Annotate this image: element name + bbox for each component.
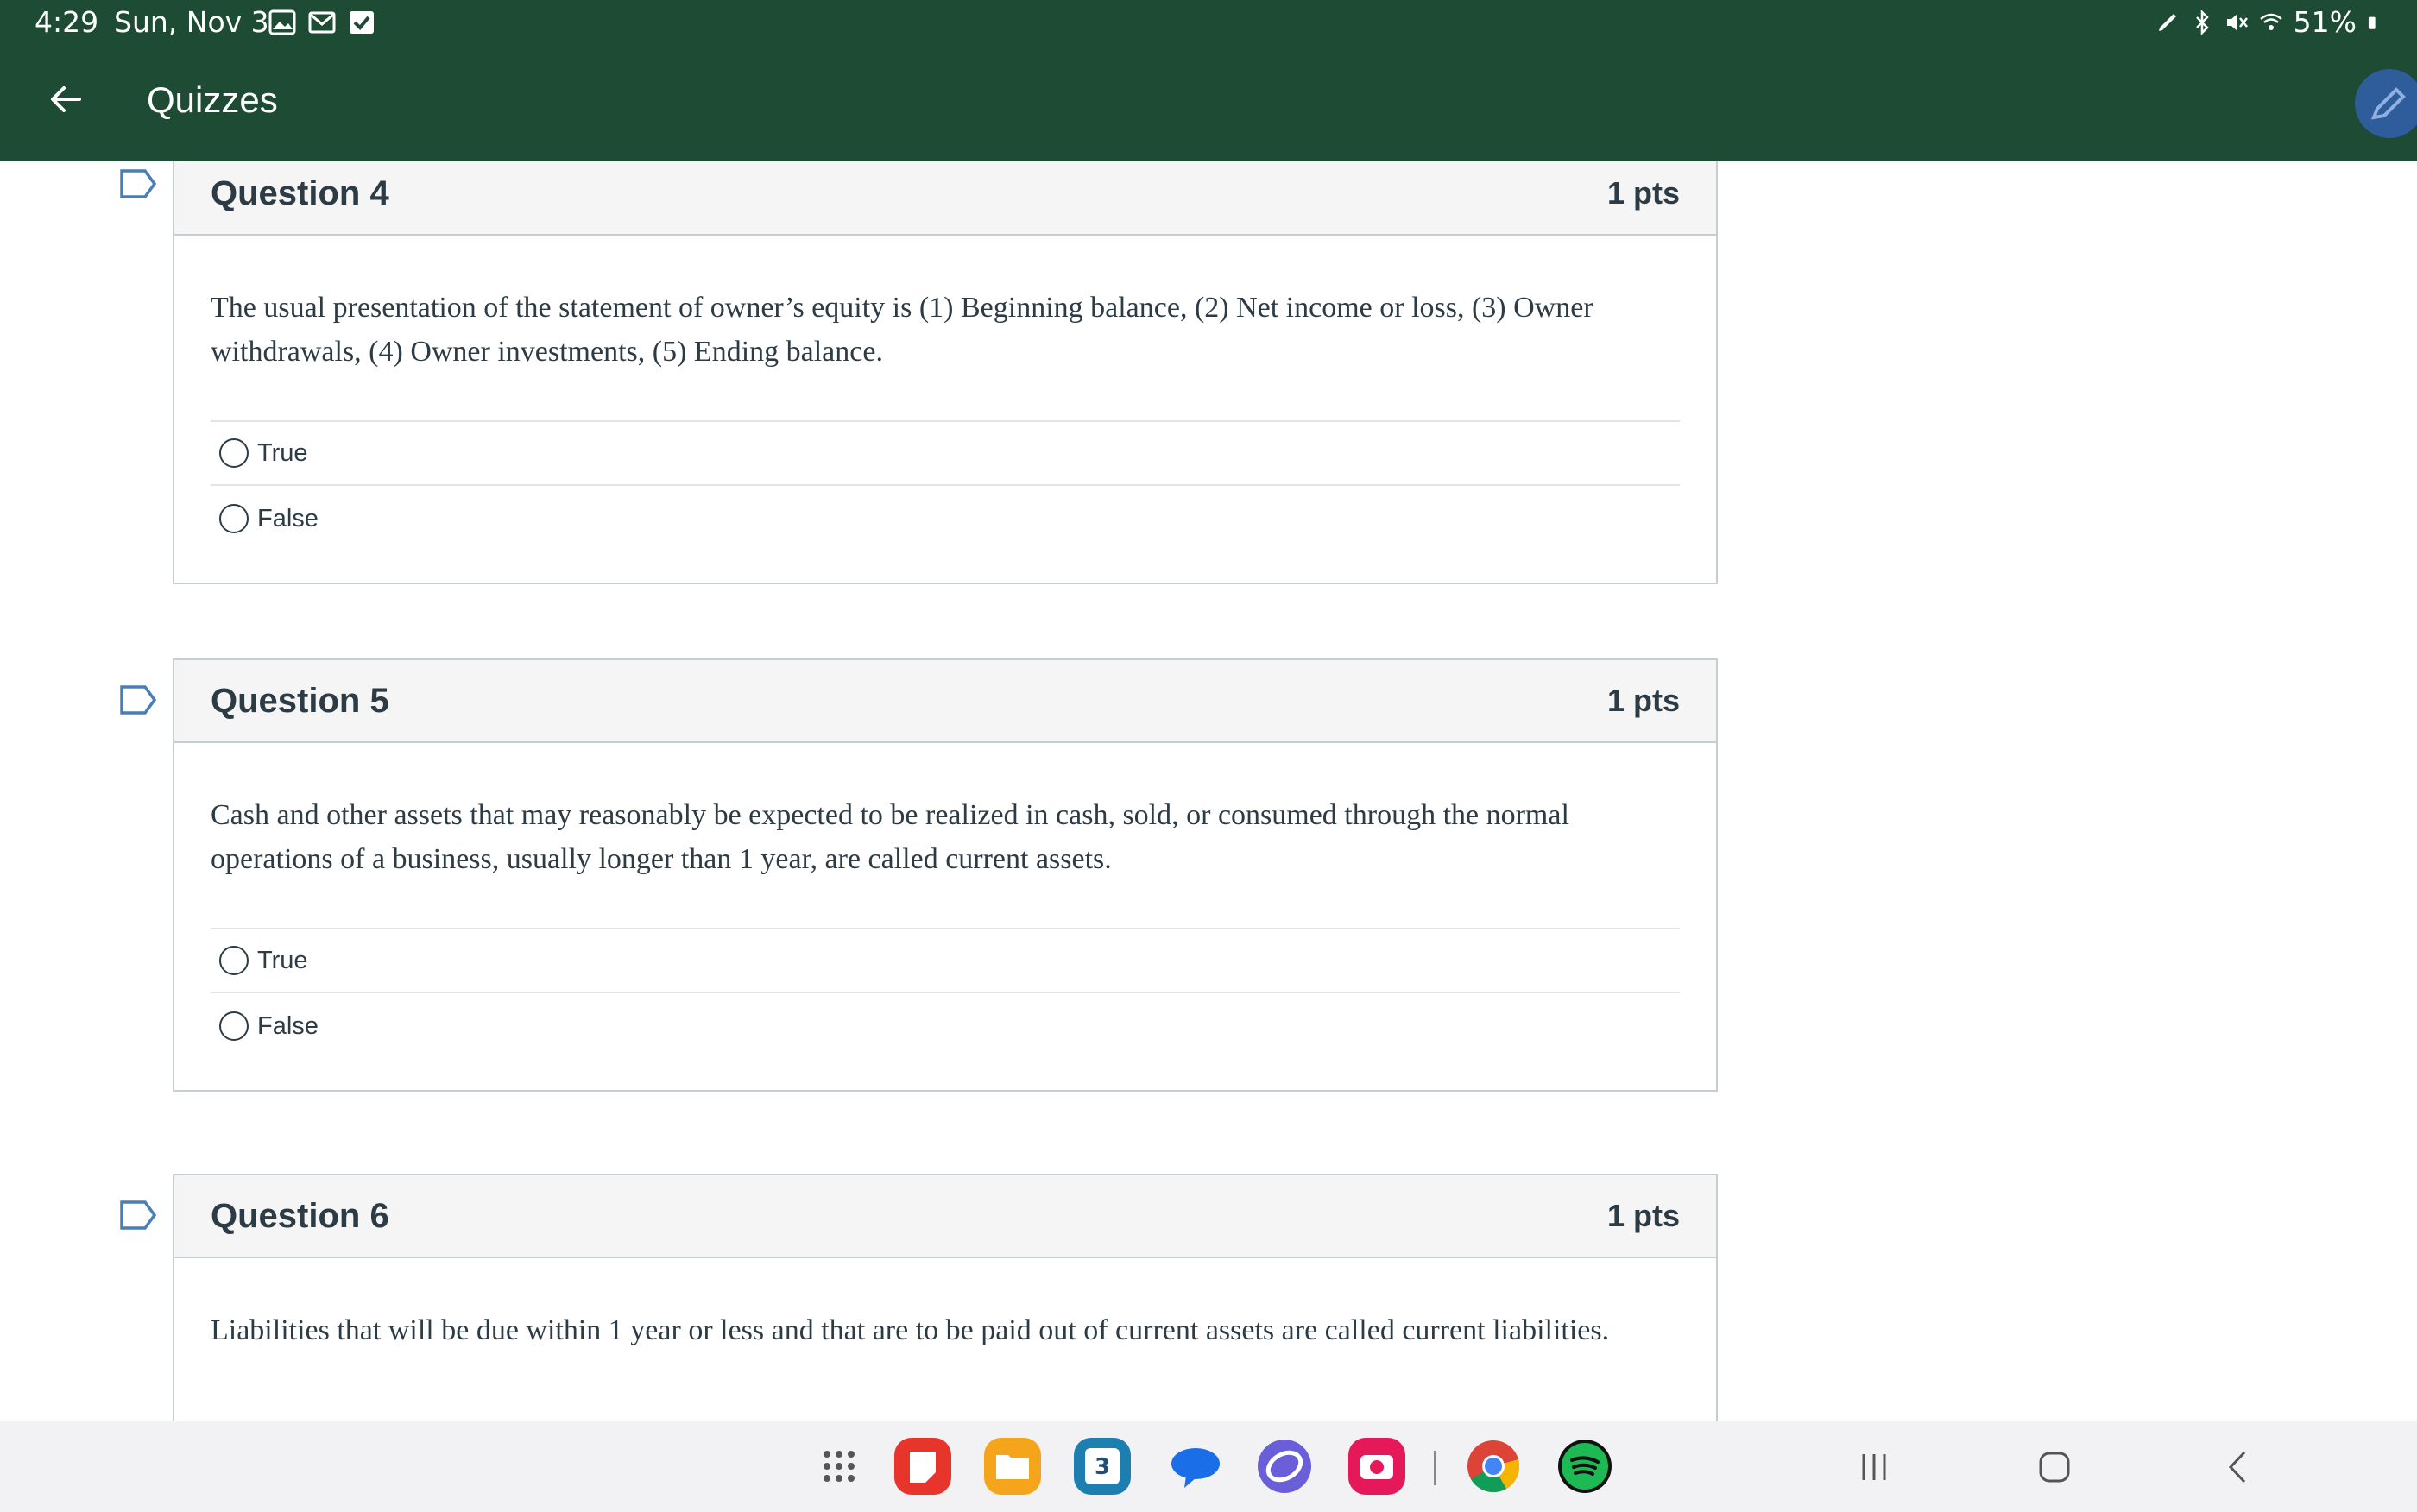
question-text: Cash and other assets that may reasonabl… <box>211 799 1569 875</box>
calendar-day: 3 <box>1085 1448 1120 1484</box>
question-body: Liabilities that will be due within 1 ye… <box>174 1258 1716 1352</box>
radio-button[interactable] <box>219 946 249 975</box>
question-text: The usual presentation of the statement … <box>211 292 1593 368</box>
spotify-app-icon[interactable] <box>1556 1438 1613 1495</box>
status-indicators: 51% <box>2155 5 2382 39</box>
question-points: 1 pts <box>1606 175 1680 211</box>
messages-app-icon[interactable] <box>1167 1438 1224 1495</box>
back-arrow-icon[interactable] <box>45 78 88 121</box>
chrome-app-icon[interactable] <box>1465 1438 1522 1495</box>
wifi-icon <box>2259 13 2282 30</box>
question-text: Liabilities that will be due within 1 ye… <box>211 1314 1610 1346</box>
calendar-app-icon[interactable]: 3 <box>1074 1438 1131 1495</box>
camera-app-icon[interactable] <box>1348 1438 1405 1495</box>
navigation-bar: 3 <box>0 1421 2417 1512</box>
question-card: Question 4 1 pts The usual presentation … <box>173 161 1718 584</box>
answer-option[interactable]: False <box>211 993 1680 1059</box>
radio-button[interactable] <box>219 1011 249 1041</box>
flag-question-icon[interactable] <box>119 1200 157 1231</box>
answer-list: True False <box>211 928 1680 1059</box>
question-card: Question 6 1 pts Liabilities that will b… <box>173 1174 1718 1421</box>
answer-list: True False <box>211 420 1680 551</box>
back-button-icon[interactable] <box>2217 1446 2260 1489</box>
answer-label: False <box>257 504 319 532</box>
question-header: Question 5 1 pts <box>174 660 1716 743</box>
home-button-icon[interactable] <box>2033 1446 2076 1489</box>
radio-button[interactable] <box>219 504 249 533</box>
pencil-icon <box>2370 87 2406 120</box>
mute-icon <box>2226 13 2248 31</box>
internet-app-icon[interactable] <box>1256 1438 1313 1495</box>
answer-label: True <box>257 946 308 974</box>
question-title: Question 5 <box>211 681 389 720</box>
answer-option[interactable]: True <box>211 422 1680 486</box>
flag-question-icon[interactable] <box>119 684 157 715</box>
app-header: Quizzes <box>0 43 2417 161</box>
checkbox-notification-icon <box>350 11 374 34</box>
recent-apps-icon[interactable] <box>1852 1446 1896 1489</box>
question-header: Question 4 1 pts <box>174 161 1716 236</box>
gmail-notification-icon <box>308 11 336 34</box>
question-card: Question 5 1 pts Cash and other assets t… <box>173 658 1718 1092</box>
app-drawer-icon[interactable] <box>820 1447 858 1485</box>
answer-label: False <box>257 1011 319 1040</box>
answer-option[interactable]: True <box>211 929 1680 993</box>
dock-divider <box>1434 1451 1436 1485</box>
question-title: Question 4 <box>211 173 389 212</box>
question-body: The usual presentation of the statement … <box>174 236 1716 583</box>
answer-option[interactable]: False <box>211 486 1680 551</box>
notes-app-icon[interactable] <box>894 1438 951 1495</box>
answer-label: True <box>257 438 308 467</box>
question-body: Cash and other assets that may reasonabl… <box>174 743 1716 1090</box>
question-points: 1 pts <box>1606 1198 1680 1233</box>
status-date: Sun, Nov 3 <box>114 5 269 39</box>
quiz-content: Question 4 1 pts The usual presentation … <box>0 161 2417 1421</box>
battery-icon <box>2368 16 2376 29</box>
question-title: Question 6 <box>211 1196 389 1235</box>
status-bar: 4:29 Sun, Nov 3 51% <box>0 0 2417 43</box>
gallery-notification-icon <box>268 9 296 35</box>
flag-question-icon[interactable] <box>119 168 157 199</box>
notification-icons <box>268 9 376 36</box>
status-time: 4:29 <box>35 5 99 39</box>
page-title: Quizzes <box>147 79 278 120</box>
battery-percent: 51% <box>2293 5 2357 39</box>
compose-fab[interactable] <box>2355 69 2417 138</box>
question-points: 1 pts <box>1606 683 1680 718</box>
pen-icon <box>2158 13 2176 31</box>
question-header: Question 6 1 pts <box>174 1175 1716 1258</box>
files-app-icon[interactable] <box>984 1438 1041 1495</box>
bluetooth-icon <box>2195 9 2209 35</box>
radio-button[interactable] <box>219 438 249 468</box>
